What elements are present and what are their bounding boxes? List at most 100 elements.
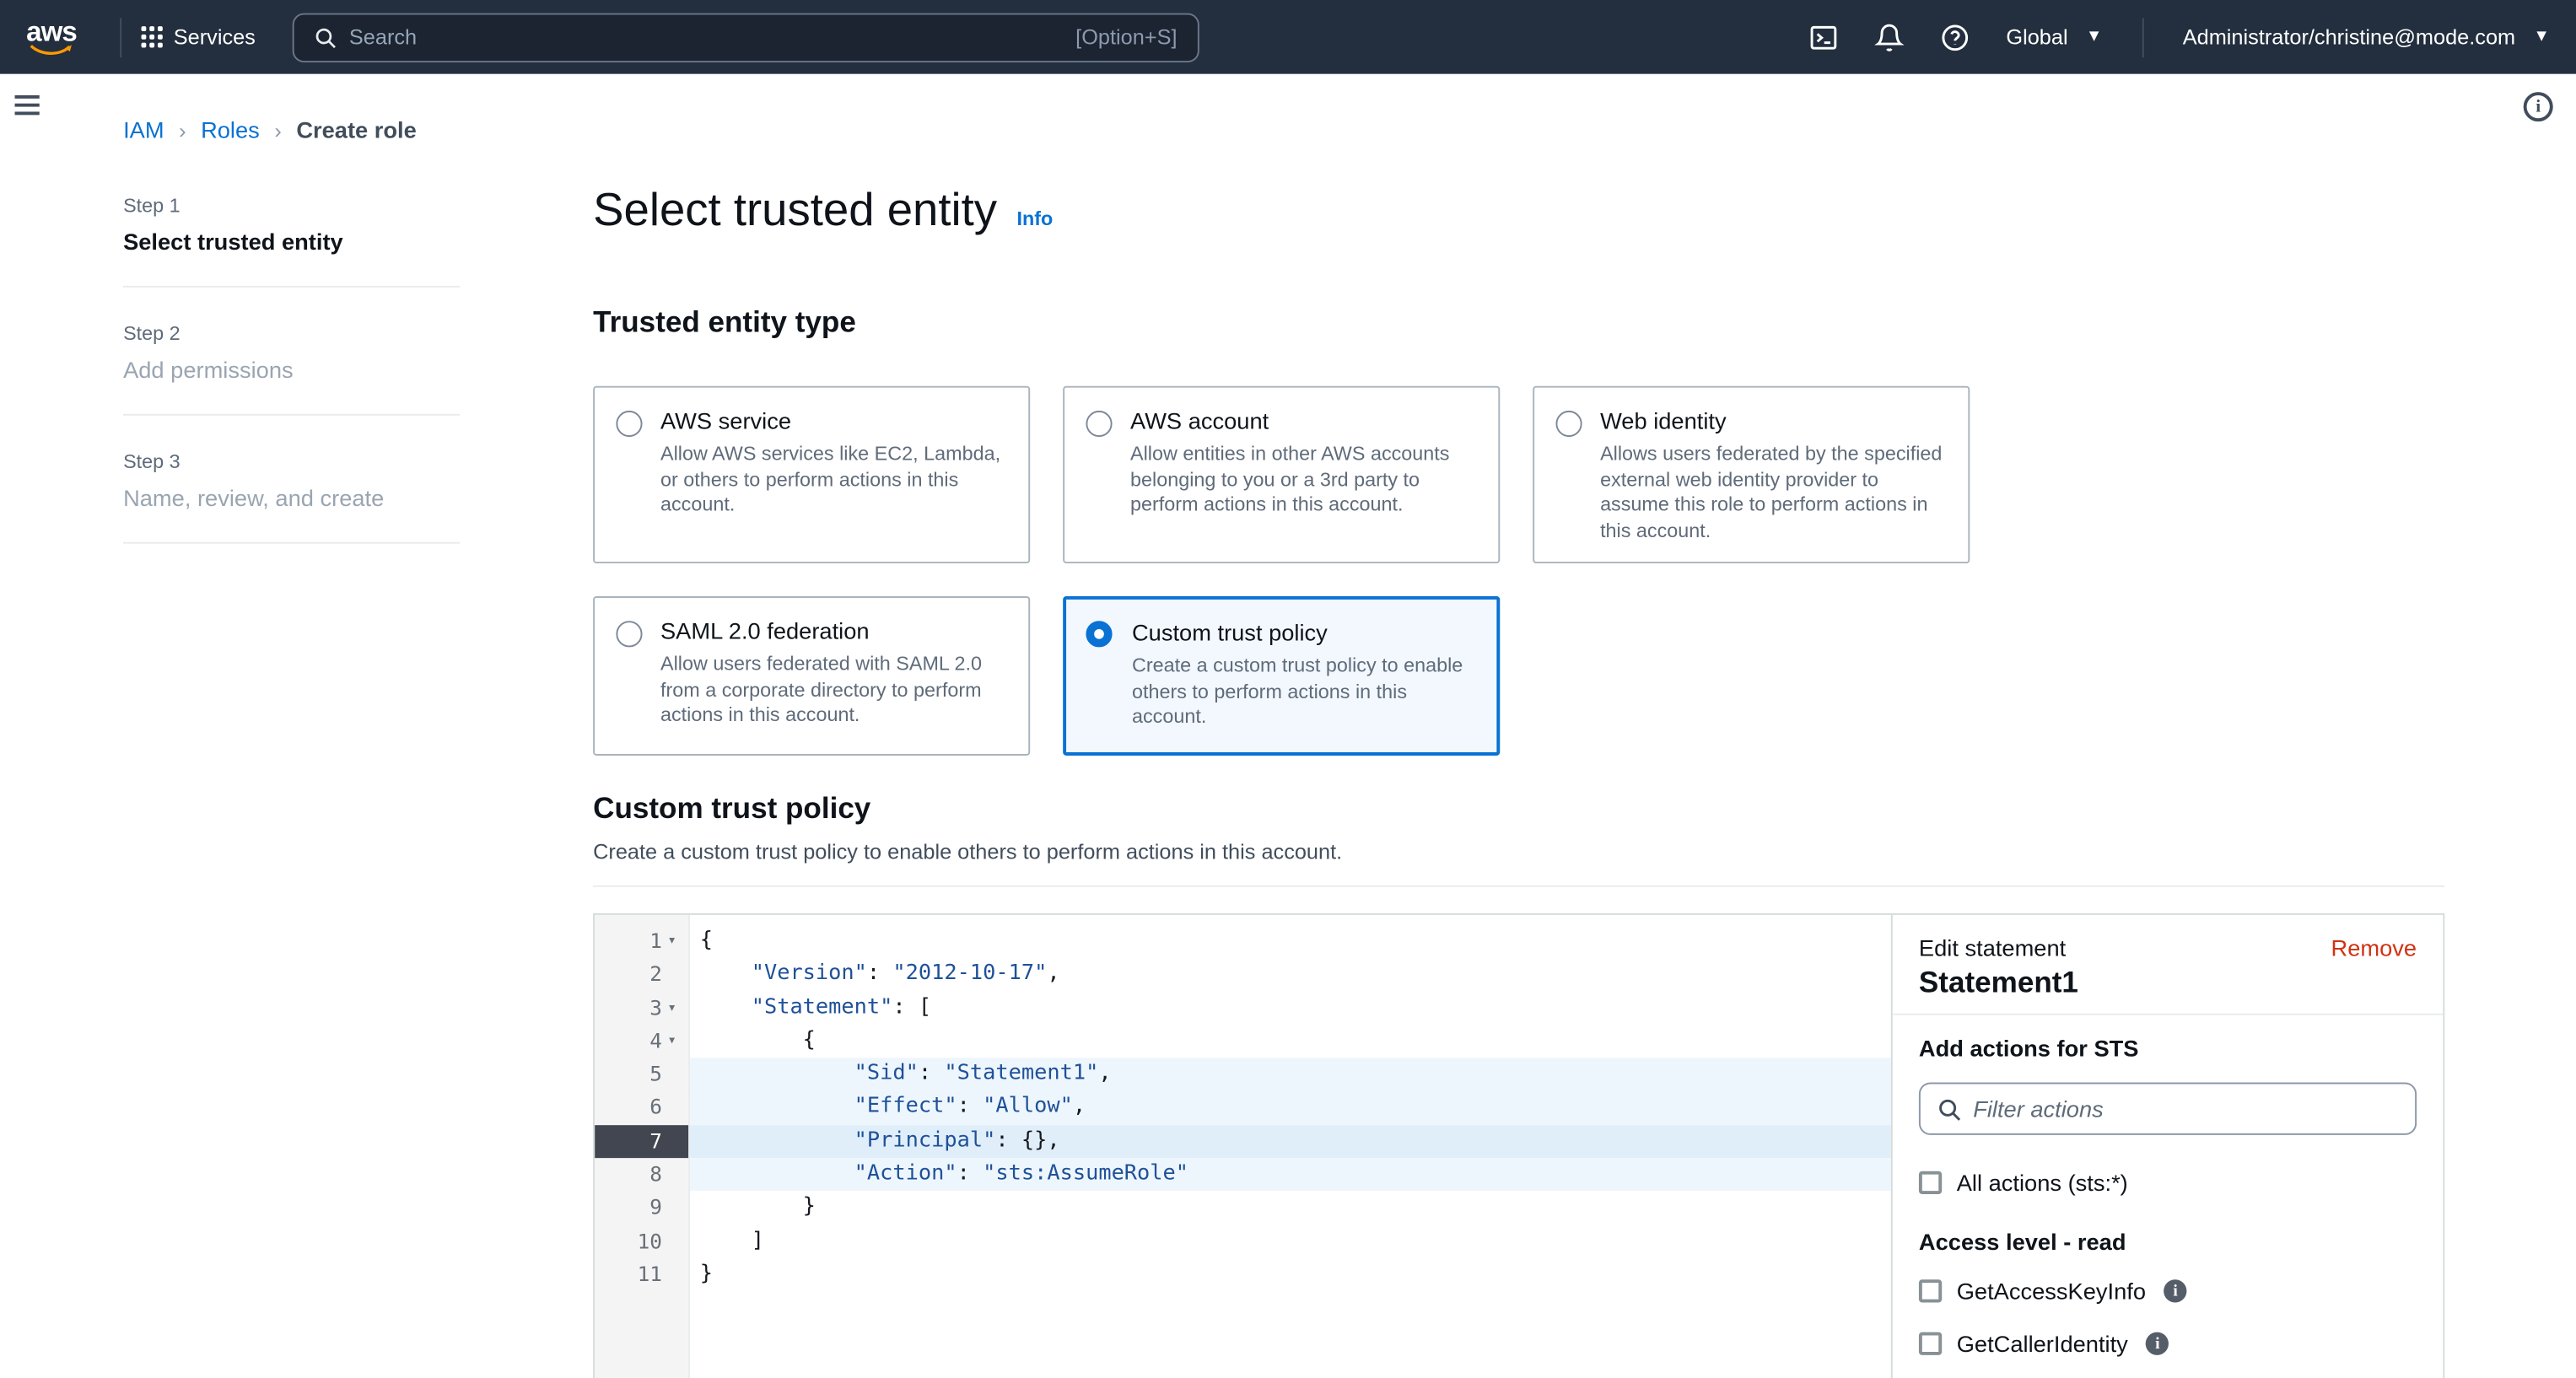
radio-unselected[interactable] <box>616 621 642 647</box>
fold-toggle-icon[interactable]: ▾ <box>662 992 682 1025</box>
code-line-10[interactable]: ] <box>690 1225 1891 1258</box>
entity-card-saml-2-0-federation[interactable]: SAML 2.0 federation Allow users federated… <box>593 596 1030 756</box>
aws-logo-text: aws <box>26 19 77 43</box>
side-nav-toggle[interactable] <box>12 92 43 118</box>
gutter-line-11: 11 <box>595 1258 688 1292</box>
services-menu-button[interactable]: Services <box>141 24 256 49</box>
gutter-line-10: 10 <box>595 1225 688 1258</box>
line-number: 1 <box>649 925 662 959</box>
info-icon[interactable]: i <box>2146 1332 2169 1355</box>
aws-logo[interactable]: aws <box>26 19 77 55</box>
line-number: 8 <box>649 1158 662 1192</box>
entity-card-custom-trust-policy[interactable]: Custom trust policyCreate a custom trust… <box>1063 596 1500 756</box>
code-line-7[interactable]: "Principal": {}, <box>690 1125 1891 1159</box>
action-row-getaccesskeyinfo[interactable]: GetAccessKeyInfoi <box>1919 1278 2417 1304</box>
gutter-line-6: 6 <box>595 1091 688 1125</box>
gutter-line-8: 8 <box>595 1158 688 1192</box>
nav-divider <box>119 17 121 57</box>
action-row-getcalleridentity[interactable]: GetCallerIdentityi <box>1919 1331 2417 1357</box>
radio-selected[interactable] <box>1086 621 1112 647</box>
code-punct-token: : [ <box>892 995 931 1020</box>
code-punct-token <box>700 1095 854 1119</box>
radio-unselected[interactable] <box>1086 411 1112 437</box>
entity-card-web-identity[interactable]: Web identityAllows users federated by th… <box>1533 386 1970 563</box>
step-number: Step 1 <box>123 194 460 217</box>
editor-code-area[interactable]: { "Version": "2012-10-17", "Statement": … <box>690 915 1891 1378</box>
entity-card-description: Allow users federated with SAML 2.0 from… <box>660 652 1005 729</box>
breadcrumb-item-iam[interactable]: IAM <box>123 116 164 143</box>
line-number: 7 <box>649 1125 662 1159</box>
code-line-4[interactable]: { <box>690 1025 1891 1058</box>
entity-card-title: SAML 2.0 federation <box>660 617 1005 643</box>
line-number: 6 <box>649 1091 662 1125</box>
fold-toggle-icon[interactable]: ▾ <box>662 1025 682 1058</box>
entity-cards-row-1: AWS serviceAllow AWS services like EC2, … <box>593 386 2444 563</box>
breadcrumb-item-roles[interactable]: Roles <box>201 116 260 143</box>
remove-statement-link[interactable]: Remove <box>2331 934 2417 961</box>
all-actions-checkbox[interactable] <box>1919 1171 1942 1194</box>
wizard-step-step-3: Step 3Name, review, and create <box>123 450 460 544</box>
editor-gutter: 1▾23▾4▾567891011 <box>595 915 690 1378</box>
breadcrumb: IAM›Roles›Create role <box>123 116 417 143</box>
code-string-token: "2012-10-17" <box>892 961 1047 986</box>
code-line-2[interactable]: "Version": "2012-10-17", <box>690 958 1891 992</box>
step-label: Select trusted entity <box>123 229 460 255</box>
code-line-8[interactable]: "Action": "sts:AssumeRole" <box>690 1158 1891 1192</box>
all-actions-row[interactable]: All actions (sts:*) <box>1919 1170 2417 1196</box>
entity-card-aws-service[interactable]: AWS serviceAllow AWS services like EC2, … <box>593 386 1030 563</box>
line-number: 9 <box>649 1192 662 1225</box>
all-actions-label: All actions (sts:*) <box>1957 1170 2128 1196</box>
code-punct-token: : {}, <box>995 1128 1059 1153</box>
gutter-line-1: 1▾ <box>595 925 688 959</box>
access-level-read-heading: Access level - read <box>1919 1229 2417 1255</box>
code-punct-token: , <box>1047 961 1059 986</box>
code-string-token: "sts:AssumeRole" <box>983 1161 1188 1186</box>
info-icon[interactable]: i <box>2164 1279 2186 1302</box>
code-punct-token <box>700 1161 854 1186</box>
statement-name: Statement1 <box>1919 966 2417 1000</box>
action-checkbox[interactable] <box>1919 1279 1942 1302</box>
info-panel-toggle[interactable]: i <box>2524 92 2553 121</box>
filter-actions-input[interactable] <box>1973 1095 2398 1122</box>
search-placeholder: Search <box>349 24 417 49</box>
code-line-6[interactable]: "Effect": "Allow", <box>690 1091 1891 1125</box>
gutter-line-5: 5 <box>595 1058 688 1092</box>
entity-card-aws-account[interactable]: AWS accountAllow entities in other AWS a… <box>1063 386 1500 563</box>
code-string-token: "Sid" <box>854 1062 919 1086</box>
code-punct-token: } <box>700 1195 816 1219</box>
search-icon <box>313 25 336 48</box>
code-punct-token: : <box>919 1062 944 1086</box>
gutter-line-7: 7 <box>595 1125 688 1159</box>
info-link[interactable]: Info <box>1016 207 1053 229</box>
breadcrumb-separator: › <box>274 117 281 142</box>
fold-toggle-icon[interactable]: ▾ <box>662 925 682 959</box>
policy-code-editor[interactable]: 1▾23▾4▾567891011 { "Version": "2012-10-1… <box>595 915 1891 1378</box>
code-punct-token: , <box>1073 1095 1086 1119</box>
code-line-9[interactable]: } <box>690 1192 1891 1225</box>
code-punct-token: { <box>700 928 713 952</box>
services-label: Services <box>174 24 256 49</box>
page-header: Select trusted entity Info <box>593 184 2444 236</box>
statement-panel-body: Add actions for STS All actions (sts:*) … <box>1893 1015 2443 1378</box>
code-line-3[interactable]: "Statement": [ <box>690 992 1891 1025</box>
entity-card-title: AWS service <box>660 407 1005 433</box>
radio-unselected[interactable] <box>1555 411 1582 437</box>
services-grid-icon <box>141 26 162 47</box>
aws-logo-smile-icon <box>30 44 73 56</box>
code-line-1[interactable]: { <box>690 925 1891 959</box>
code-punct-token: { <box>700 1028 816 1052</box>
code-line-5[interactable]: "Sid": "Statement1", <box>690 1058 1891 1092</box>
wizard-steps: Step 1 Select trusted entity Step 2Add per… <box>123 194 460 579</box>
code-punct-token: ] <box>700 1228 764 1252</box>
custom-policy-description: Create a custom trust policy to enable o… <box>593 839 2444 864</box>
edit-statement-panel: Edit statement Remove Statement1 Add act… <box>1891 915 2443 1378</box>
radio-unselected[interactable] <box>616 411 642 437</box>
filter-actions-field[interactable] <box>1919 1083 2417 1135</box>
code-string-token: "Effect" <box>854 1095 957 1119</box>
wizard-step-step-2: Step 2Add permissions <box>123 322 460 416</box>
action-checkbox[interactable] <box>1919 1332 1942 1355</box>
step-label: Name, review, and create <box>123 485 460 511</box>
entity-card-title: AWS account <box>1130 407 1475 433</box>
gutter-line-3: 3▾ <box>595 992 688 1025</box>
code-line-11[interactable]: } <box>690 1258 1891 1292</box>
